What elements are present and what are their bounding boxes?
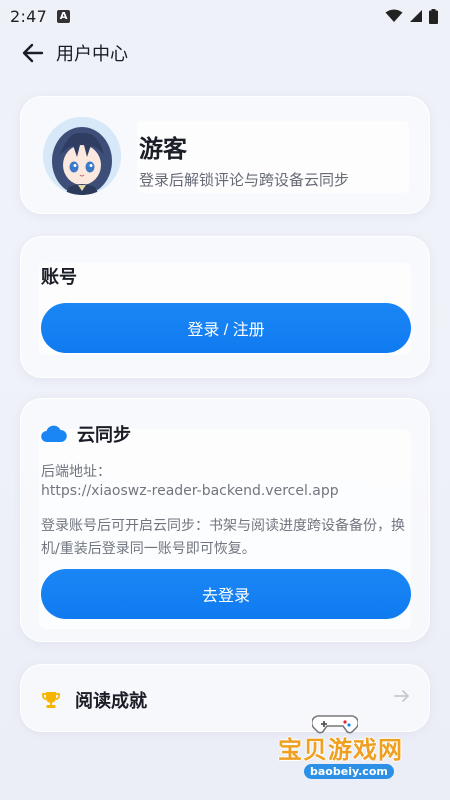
cloud-sync-card: 云同步 后端地址： https://xiaoswz-reader-backend… [20,398,430,642]
status-bar: 2:47 A [0,0,450,32]
app-bar: 用户中心 [0,32,450,74]
notification-icon: A [57,9,71,23]
profile-name: 游客 [139,135,187,163]
sync-description: 登录账号后可开启云同步：书架与阅读进度跨设备备份，换机/重装后登录同一账号即可恢… [41,518,405,557]
trophy-icon [42,692,60,708]
watermark-url: baobeiy.com [304,764,394,779]
status-icons [385,8,438,24]
watermark: 宝贝游戏网 baobeiy.com [268,708,428,796]
go-login-button[interactable]: 去登录 [41,569,411,619]
backend-label: 后端地址： [41,464,111,480]
page-title: 用户中心 [56,44,128,65]
avatar [43,117,121,195]
backend-url: https://xiaoswz-reader-backend.vercel.ap… [41,483,339,499]
sync-title: 云同步 [77,425,131,446]
cloud-icon [41,425,67,443]
account-card: 账号 登录 / 注册 [20,236,430,378]
arrow-right-icon [394,690,409,702]
back-arrow-icon [22,43,44,63]
wifi-icon [385,9,403,22]
achievements-title: 阅读成就 [75,691,147,712]
profile-subtitle: 登录后解锁评论与跨设备云同步 [139,171,350,189]
avatar-image [43,117,121,195]
login-register-button[interactable]: 登录 / 注册 [41,303,411,353]
battery-icon [429,8,438,24]
achievements-row: 阅读成就 [41,687,147,713]
back-button[interactable] [18,38,48,68]
signal-icon [410,10,422,22]
sync-header: 云同步 [41,421,131,447]
watermark-text: 宝贝游戏网 [278,736,403,764]
status-time: 2:47 [10,6,48,26]
account-label: 账号 [41,267,77,288]
profile-card: 游客 登录后解锁评论与跨设备云同步 [20,96,430,214]
